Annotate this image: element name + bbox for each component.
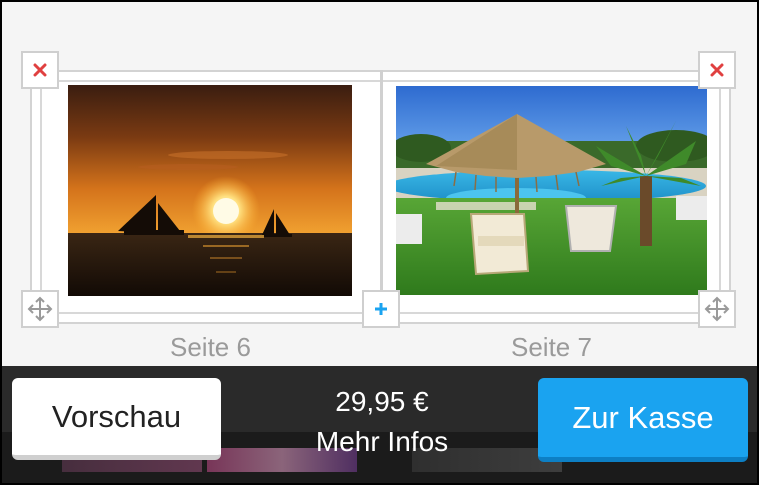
page-7-label: Seite 7: [511, 332, 592, 362]
plus-icon: [375, 303, 387, 315]
move-page-7-handle[interactable]: [698, 290, 736, 328]
move-page-6-handle[interactable]: [21, 290, 59, 328]
app-screen: Seite 6 Seite 7 Vorschau 29,95 € Mehr In…: [2, 2, 757, 483]
price-info[interactable]: 29,95 € Mehr Infos: [262, 382, 502, 462]
page-7-photo[interactable]: [396, 86, 707, 295]
checkout-button[interactable]: Zur Kasse: [538, 378, 748, 462]
delete-page-6-button[interactable]: [21, 51, 59, 89]
pool-parasol-image: [396, 86, 707, 295]
move-icon: [27, 296, 53, 322]
sunset-sailboats-image: [68, 85, 352, 296]
preview-button[interactable]: Vorschau: [12, 378, 221, 460]
delete-page-7-button[interactable]: [698, 51, 736, 89]
close-icon: [33, 63, 47, 77]
price-value: 29,95 €: [335, 386, 429, 417]
page-6-photo[interactable]: [68, 85, 352, 296]
add-page-button[interactable]: [362, 290, 400, 328]
page-6-label: Seite 6: [170, 332, 251, 362]
more-info-link[interactable]: Mehr Infos: [262, 422, 502, 462]
move-icon: [704, 296, 730, 322]
page-divider: [380, 70, 383, 324]
close-icon: [710, 63, 724, 77]
